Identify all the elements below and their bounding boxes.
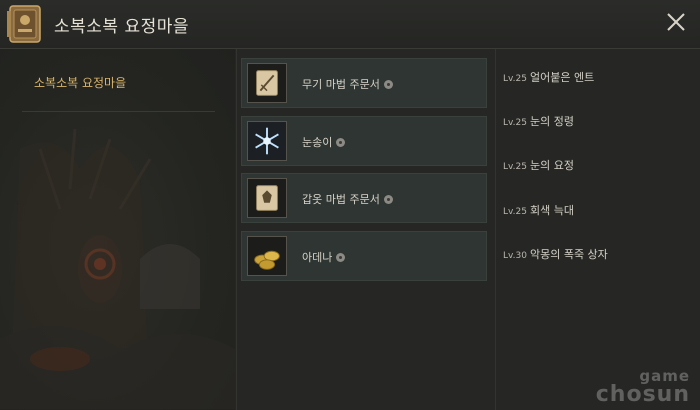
location-list: 소복소복 요정마을 <box>0 49 235 410</box>
reward-item[interactable]: 눈송이 <box>241 116 487 166</box>
monster-level: Lv.25 <box>503 118 527 128</box>
reward-name: 갑옷 마법 주문서 <box>302 191 393 207</box>
monster-name: 회색 늑대 <box>529 204 574 217</box>
reward-item[interactable]: 갑옷 마법 주문서 <box>241 173 487 223</box>
monster-level: Lv.25 <box>503 207 527 217</box>
monster-item[interactable]: Lv.25 눈의 요정 <box>503 157 574 173</box>
watermark: game chosun <box>596 369 690 406</box>
reward-list: 무기 마법 주문서 눈송이 갑옷 마법 주문서 아데나 <box>236 49 496 410</box>
monster-name: 얼어붙은 엔트 <box>529 71 595 84</box>
monster-level: Lv.25 <box>503 74 527 84</box>
close-icon[interactable] <box>664 10 688 34</box>
reward-name: 눈송이 <box>302 134 346 150</box>
window-title: 소복소복 요정마을 <box>54 17 190 37</box>
monster-item[interactable]: Lv.25 회색 늑대 <box>503 202 574 218</box>
reward-name: 무기 마법 주문서 <box>302 76 393 92</box>
monster-item[interactable]: Lv.25 눈의 정령 <box>503 113 574 129</box>
monster-item[interactable]: Lv.25 얼어붙은 엔트 <box>503 69 594 85</box>
location-label: 소복소복 요정마을 <box>34 76 127 90</box>
monster-level: Lv.30 <box>503 251 527 261</box>
armor-scroll-icon <box>247 178 287 218</box>
window-header: 소복소복 요정마을 <box>0 0 700 49</box>
adena-coins-icon <box>247 236 287 276</box>
watermark-line2: chosun <box>595 382 690 407</box>
monster-item[interactable]: Lv.30 악몽의 폭죽 상자 <box>503 246 608 262</box>
background-scenery <box>0 128 235 409</box>
monster-name: 악몽의 폭죽 상자 <box>529 248 608 261</box>
monster-level: Lv.25 <box>503 162 527 172</box>
weapon-scroll-icon <box>247 63 287 103</box>
snowflake-icon <box>247 121 287 161</box>
info-icon[interactable] <box>383 80 393 89</box>
monster-list: Lv.25 얼어붙은 엔트 Lv.25 눈의 정령 Lv.25 눈의 요정 Lv.25… <box>495 49 700 410</box>
info-icon[interactable] <box>383 195 393 204</box>
info-icon[interactable] <box>336 253 346 262</box>
reward-name: 아데나 <box>302 249 346 265</box>
location-item[interactable]: 소복소복 요정마을 <box>22 49 215 112</box>
monster-name: 눈의 요정 <box>529 159 574 172</box>
info-icon[interactable] <box>336 138 346 147</box>
monster-name: 눈의 정령 <box>529 115 574 128</box>
spellbook-icon <box>7 5 41 43</box>
reward-item[interactable]: 아데나 <box>241 231 487 281</box>
reward-item[interactable]: 무기 마법 주문서 <box>241 58 487 108</box>
